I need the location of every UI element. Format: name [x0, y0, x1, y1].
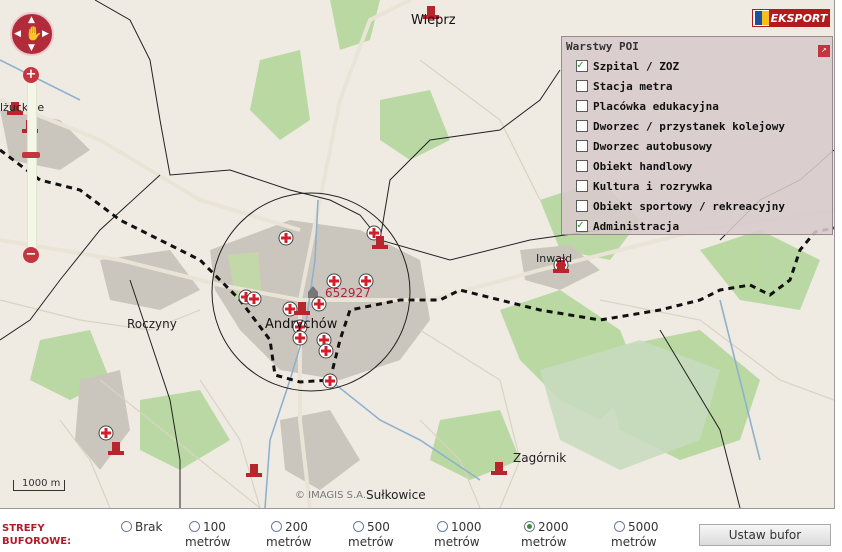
buffer-value: 1000	[451, 520, 482, 534]
poi-layer-label: Obiekt sportowy / rekreacyjny	[593, 199, 786, 213]
set-buffer-button[interactable]: Ustaw bufor	[699, 524, 831, 546]
map-view[interactable]: Wieprz lżuckice Roczyny Andrychów Inwałd…	[0, 0, 835, 509]
hand-icon: ✋	[25, 26, 43, 42]
buffer-unit: metrów	[348, 535, 394, 549]
export-label: EKSPORT	[769, 10, 829, 26]
copyright: © IMAGIS S.A.	[295, 490, 367, 501]
scale-label: 1000 m	[22, 478, 61, 489]
poi-layer-label: Kultura i rozrywka	[593, 179, 713, 193]
poi-checkbox[interactable]	[576, 80, 588, 92]
zoom-slider[interactable]: + −	[21, 67, 41, 263]
buffer-bar: STREFY BUFOROWE: Brak 100 metrów 200 metró…	[0, 510, 842, 552]
buffer-unit: metrów	[266, 535, 312, 549]
poi-layer-item[interactable]: Dworzec autobusowy	[576, 137, 712, 155]
poi-layer-label: Obiekt handlowy	[593, 159, 693, 173]
buffer-option[interactable]: 1000 metrów	[434, 520, 482, 550]
buffer-header-line2: BUFOROWE:	[2, 536, 72, 547]
town-label: Andrychów	[265, 317, 338, 332]
poi-checkbox[interactable]	[576, 58, 588, 72]
poi-layer-label: Szpital / ZOZ	[593, 59, 680, 73]
buffer-unit	[121, 535, 135, 549]
town-label: Inwałd	[536, 252, 573, 265]
buffer-radio[interactable]	[271, 521, 282, 532]
buffer-option[interactable]: 2000 metrów	[521, 520, 569, 550]
buffer-header-line1: STREFY	[2, 523, 45, 534]
town-label: Roczyny	[127, 317, 177, 331]
buffer-value: 2000	[538, 520, 569, 534]
poi-layer-item[interactable]: Placówka edukacyjna	[576, 97, 719, 115]
poi-checkbox[interactable]	[576, 100, 588, 112]
buffer-unit: metrów	[185, 535, 231, 549]
buffer-option[interactable]: 500 metrów	[348, 520, 394, 550]
poi-layers-panel: Warstwy POI ↗ Szpital / ZOZ Stacja metra…	[561, 36, 833, 235]
buffer-value: 500	[367, 520, 390, 534]
buffer-unit: metrów	[434, 535, 480, 549]
buffer-value: 5000	[628, 520, 659, 534]
buffer-option[interactable]: 100 metrów	[185, 520, 231, 550]
buffer-value: 200	[285, 520, 308, 534]
zoom-out-button[interactable]: −	[23, 247, 39, 263]
poi-layer-item[interactable]: Dworzec / przystanek kolejowy	[576, 117, 785, 135]
buffer-header: STREFY BUFOROWE:	[2, 522, 71, 548]
poi-checkbox[interactable]	[576, 218, 588, 232]
export-button[interactable]: EKSPORT	[752, 9, 830, 27]
zoom-in-button[interactable]: +	[23, 67, 39, 83]
pan-down-icon[interactable]: ▼	[28, 44, 35, 53]
buffer-radio[interactable]	[121, 521, 132, 532]
pan-right-icon[interactable]: ▶	[42, 30, 49, 39]
buffer-option[interactable]: 5000 metrów	[611, 520, 659, 550]
poi-layer-item[interactable]: Administracja	[576, 217, 679, 235]
buffer-value: 100	[203, 520, 226, 534]
buffer-option[interactable]: 200 metrów	[266, 520, 312, 550]
poi-checkbox[interactable]	[576, 120, 588, 132]
scale-bar: 1000 m	[13, 478, 65, 491]
buffer-unit: metrów	[521, 535, 567, 549]
poi-checkbox[interactable]	[576, 200, 588, 212]
town-label: Zagórnik	[513, 451, 567, 465]
collapse-icon[interactable]: ↗	[818, 45, 830, 57]
poi-checkbox[interactable]	[576, 140, 588, 152]
poi-layer-label: Stacja metra	[593, 79, 673, 93]
poi-layer-label: Placówka edukacyjna	[593, 99, 719, 113]
buffer-id-label: 652927	[325, 286, 371, 300]
buffer-value: Brak	[135, 520, 163, 534]
poi-layer-label: Administracja	[593, 219, 680, 233]
buffer-radio[interactable]	[353, 521, 364, 532]
buffer-unit: metrów	[611, 535, 657, 549]
poi-layer-item[interactable]: Kultura i rozrywka	[576, 177, 712, 195]
buffer-radio[interactable]	[437, 521, 448, 532]
town-label: Sułkowice	[366, 488, 426, 502]
poi-layer-item[interactable]: Obiekt sportowy / rekreacyjny	[576, 197, 785, 215]
poi-checkbox[interactable]	[576, 180, 588, 192]
poi-panel-title: Warstwy POI	[566, 40, 639, 53]
zoom-handle[interactable]	[22, 152, 40, 158]
town-label: Wieprz	[411, 13, 456, 28]
poi-checkbox[interactable]	[576, 160, 588, 172]
zoom-track[interactable]	[27, 81, 37, 253]
poi-layer-item[interactable]: Obiekt handlowy	[576, 157, 692, 175]
pan-left-icon[interactable]: ◀	[14, 30, 21, 39]
buffer-radio[interactable]	[524, 521, 535, 532]
export-icon	[755, 11, 769, 25]
buffer-radio[interactable]	[189, 521, 200, 532]
poi-layer-item[interactable]: Szpital / ZOZ	[576, 57, 679, 75]
poi-layer-item[interactable]: Stacja metra	[576, 77, 672, 95]
buffer-option[interactable]: Brak	[121, 520, 162, 550]
pan-up-icon[interactable]: ▲	[28, 16, 35, 25]
pan-control[interactable]: ▲ ▼ ◀ ▶ ✋	[10, 12, 54, 56]
poi-layer-label: Dworzec autobusowy	[593, 139, 713, 153]
buffer-radio[interactable]	[614, 521, 625, 532]
poi-layer-label: Dworzec / przystanek kolejowy	[593, 119, 786, 133]
